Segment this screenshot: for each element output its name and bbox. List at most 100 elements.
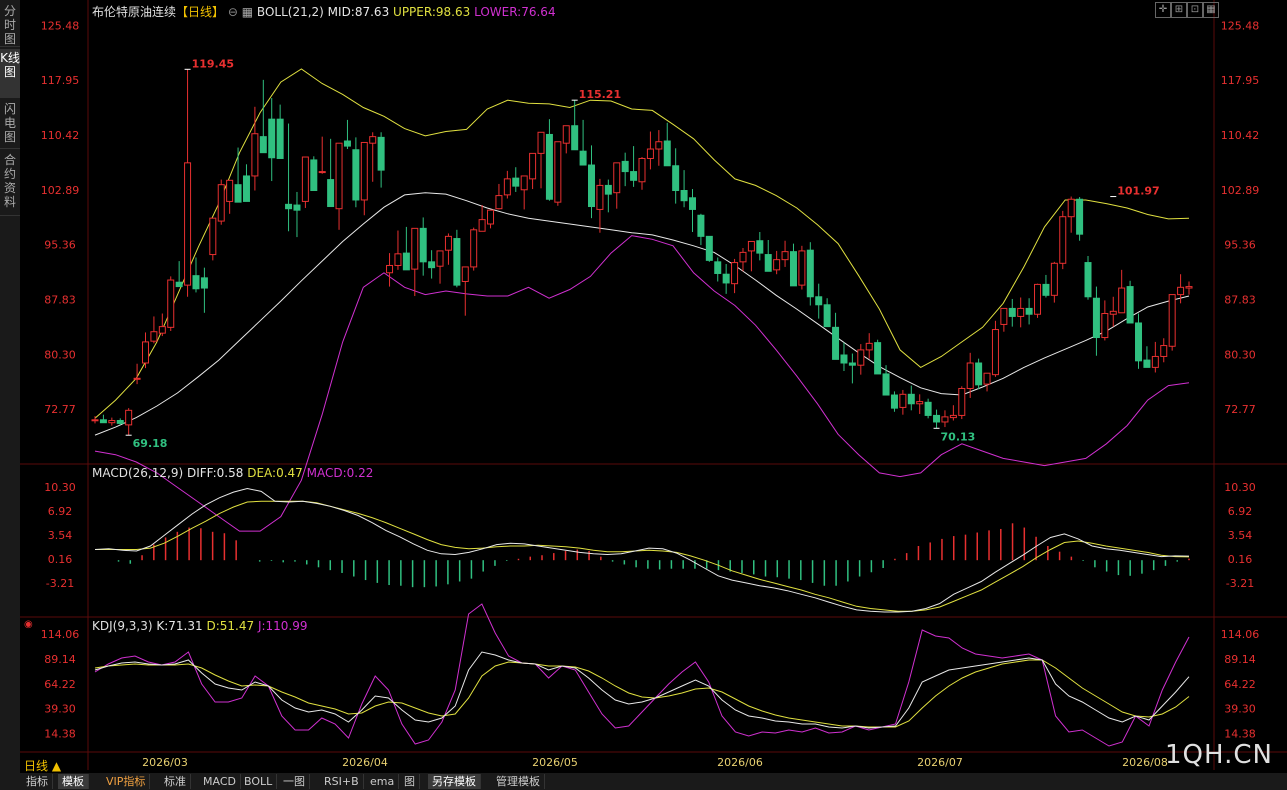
y-tick-label-left: 39.30 [44, 703, 76, 716]
candle-body [167, 279, 175, 328]
candle-body [478, 219, 486, 232]
y-tick-label-left: 117.95 [41, 74, 80, 87]
tab-templates[interactable]: 模板 [58, 774, 89, 789]
boll-upper-line [94, 68, 1190, 419]
candle-body [874, 342, 882, 375]
candle-body [1042, 283, 1050, 296]
candle-body [991, 329, 999, 376]
fit-icon[interactable]: ⊡ [1187, 2, 1203, 18]
y-tick-label-right: 117.95 [1221, 74, 1260, 87]
candle-body [1059, 216, 1067, 264]
candle-body [1118, 287, 1126, 314]
x-tick-label: 2026/05 [532, 756, 578, 769]
tab-boll[interactable]: BOLL [240, 774, 278, 789]
chart-canvas: 125.48 125.48 117.95 117.95 110.42 110.42 102.… [20, 0, 1287, 770]
candle-body [781, 251, 789, 261]
candle-body [663, 140, 671, 167]
candle-body [596, 184, 604, 210]
side-tab-kline[interactable]: K线图 [0, 49, 20, 98]
y-tick-label-left: 72.77 [44, 403, 76, 416]
candle-body [133, 377, 141, 380]
candle-body [512, 177, 520, 187]
layout-icon[interactable]: ⊞ [1171, 2, 1187, 18]
candle-body [655, 141, 663, 150]
candle-body [1135, 322, 1143, 362]
tab-standard[interactable]: 标准 [160, 774, 191, 789]
boll-label: BOLL(21,2) [256, 5, 324, 19]
candle-body [714, 261, 722, 274]
candle-body [604, 184, 612, 195]
candle-body [293, 204, 301, 211]
crosshair-icon[interactable]: ✛ [1155, 2, 1171, 18]
candle-body [217, 184, 225, 222]
candle-body [175, 281, 183, 288]
candle-body [789, 251, 797, 287]
candle-body [335, 142, 343, 210]
x-tick-label: 2026/08 [1122, 756, 1168, 769]
candle-body [865, 342, 873, 351]
tab-rsi-b[interactable]: RSI+B [320, 774, 364, 789]
y-tick-label-right: 125.48 [1221, 19, 1260, 32]
candle-body [857, 349, 865, 366]
tab-manage-templates[interactable]: 管理模板 [492, 774, 545, 789]
candle-body [933, 414, 941, 423]
candle-body [192, 275, 200, 290]
candle-body [470, 229, 478, 268]
candle-body [773, 259, 781, 271]
candle-body [318, 171, 326, 174]
kdj-name: KDJ(9,3,3) [92, 619, 153, 633]
settings-icon[interactable]: ◉ [24, 619, 33, 630]
grid-view-icon[interactable]: ▦ [1203, 2, 1219, 18]
candle-body [386, 264, 394, 274]
candle-body [343, 140, 351, 147]
candle-body [411, 227, 419, 270]
candle-body [487, 209, 495, 225]
candle-body [529, 152, 537, 180]
tab-chart[interactable]: 图 [400, 774, 420, 789]
candle-body [444, 235, 452, 251]
tab-vip-indicators[interactable]: VIP指标 [102, 774, 151, 789]
y-tick-label-right: 72.77 [1224, 403, 1256, 416]
y-tick-label-left: 110.42 [41, 129, 80, 142]
candle-body [882, 373, 890, 396]
collapse-icon[interactable]: ⊖ [228, 5, 238, 19]
side-tab-bar: 分时图 K线图 闪电图 合约资料 [0, 0, 20, 790]
x-axis-labels: 2026/03 2026/04 2026/05 2026/06 2026/07 2026/… [142, 756, 1168, 769]
tab-macd[interactable]: MACD [199, 774, 241, 789]
y-tick-label-right: 102.89 [1221, 184, 1260, 197]
candle-body [975, 362, 983, 386]
watermark: 1QH.CN [1165, 740, 1273, 770]
candle-body [638, 157, 646, 183]
tab-one-chart[interactable]: 一图 [279, 774, 310, 789]
side-tab-contract-info[interactable]: 合约资料 [0, 151, 20, 216]
y-tick-label-right: 89.14 [1224, 653, 1256, 666]
macd-header: MACD(26,12,9) DIFF:0.58 DEA:0.47 MACD:0.… [92, 466, 373, 480]
y-tick-label-left: 3.54 [48, 529, 73, 542]
candle-body [571, 125, 579, 151]
candle-body [747, 240, 755, 252]
candle-body [1025, 307, 1033, 315]
candle-body [1126, 286, 1134, 324]
candle-body [226, 179, 234, 202]
tab-ema[interactable]: ema [366, 774, 400, 789]
boll-lower-value: LOWER:76.64 [474, 5, 556, 19]
candle-body [722, 273, 730, 284]
side-tab-timeshare[interactable]: 分时图 [0, 2, 20, 47]
period-selector[interactable]: 日线 ▲ [24, 757, 61, 774]
candle-body [520, 175, 528, 191]
tab-save-template[interactable]: 另存模板 [428, 774, 481, 789]
candle-body [234, 184, 242, 203]
y-tick-label-left: 89.14 [44, 653, 76, 666]
candle-body [1050, 262, 1058, 296]
y-tick-label-right: 39.30 [1224, 703, 1256, 716]
side-tab-flash[interactable]: 闪电图 [0, 100, 20, 149]
candle-body [705, 235, 713, 261]
indicator-icon[interactable]: ▦ [242, 5, 253, 19]
candle-body [916, 401, 924, 405]
candle-body [579, 150, 587, 166]
candle-body [301, 156, 309, 202]
candle-body [949, 414, 957, 419]
boll-upper-value: UPPER:98.63 [393, 5, 471, 19]
tab-indicators[interactable]: 指标 [22, 774, 53, 789]
candle-body [141, 341, 149, 364]
